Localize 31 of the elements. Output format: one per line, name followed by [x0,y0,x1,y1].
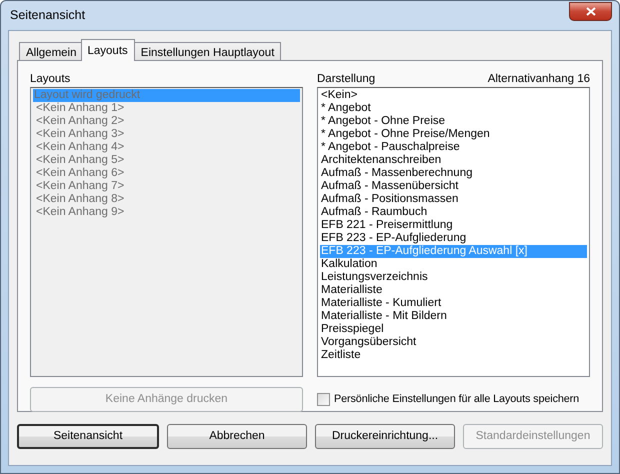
tab[interactable]: Allgemein [19,42,84,61]
list-item[interactable]: * Angebot - Ohne Preise/Mengen [320,128,587,141]
list-item[interactable]: Vorgangsübersicht [320,336,587,349]
list-item[interactable]: Kalkulation [320,258,587,271]
list-label: Layouts [30,72,70,87]
list-item[interactable]: Materialliste [320,284,587,297]
dialog-button[interactable]: Seitenansicht [17,424,159,449]
list-item[interactable]: Preisspiegel [320,323,587,336]
dialog-button[interactable]: Druckereinrichtung... [315,424,455,449]
list-item[interactable]: * Angebot - Ohne Preise [320,115,587,128]
list-item[interactable]: * Angebot - Pauschalpreise [320,141,587,154]
dialog-button[interactable]: Abbrechen [167,424,307,449]
list-item[interactable]: Architektenanschreiben [320,154,587,167]
tab[interactable]: Layouts [80,39,135,61]
list-item[interactable]: * Angebot [320,102,587,115]
window-title: Seitenansicht [10,7,86,24]
list-item[interactable]: Zeitliste [320,349,587,362]
list-item[interactable]: Aufmaß - Massenübersicht [320,180,587,193]
list-item[interactable]: EFB 223 - EP-Aufgliederung [320,232,587,245]
list-item[interactable]: EFB 221 - Preisermittlung [320,219,587,232]
list-item[interactable]: Aufmaß - Massenberechnung [320,167,587,180]
list-item[interactable]: Materialliste - Mit Bildern [320,310,587,323]
list-item[interactable]: Aufmaß - Positionsmassen [320,193,587,206]
checkbox-label: Persönliche Einstellungen für alle Layouts speichern [334,392,580,408]
list-item[interactable]: <Kein> [320,89,587,102]
info-text: Alternativanhang 16 [488,72,590,87]
list-item[interactable]: Aufmaß - Raumbuch [320,206,587,219]
list-item[interactable]: Leistungsverzeichnis [320,271,587,284]
list-label: Darstellung [317,72,376,87]
tab[interactable]: Einstellungen Hauptlayout [134,42,282,61]
list-item[interactable]: Materialliste - Kumuliert [320,297,587,310]
